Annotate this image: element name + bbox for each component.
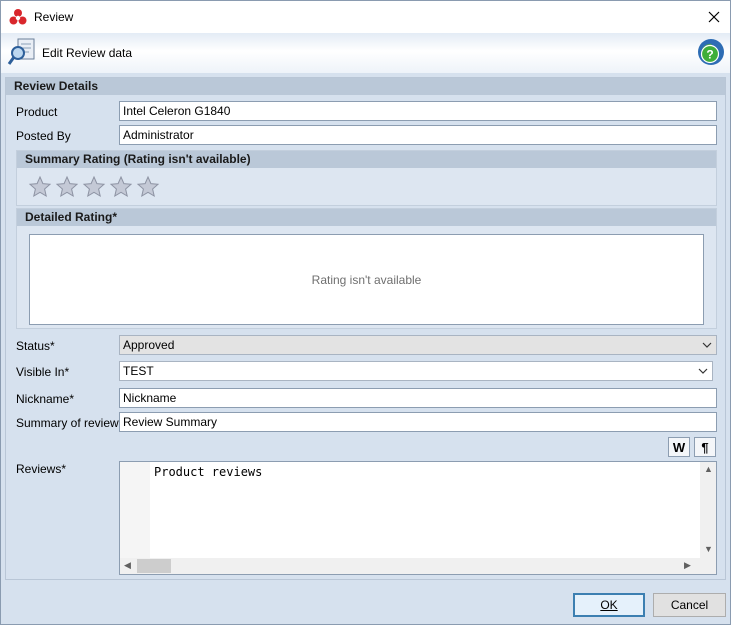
vertical-scrollbar[interactable]: ▲ ▼ xyxy=(700,462,716,558)
scroll-right-icon[interactable]: ▶ xyxy=(684,560,691,571)
summary-rating-header: Summary Rating (Rating isn't available) xyxy=(17,151,716,168)
star-rating[interactable] xyxy=(28,175,160,199)
close-icon xyxy=(708,11,720,23)
star-icon[interactable] xyxy=(55,175,79,199)
detailed-rating-header: Detailed Rating* xyxy=(17,209,716,226)
posted-by-field[interactable]: Administrator xyxy=(119,125,717,145)
summary-of-review-label: Summary of review* xyxy=(16,416,124,430)
status-label: Status* xyxy=(16,339,55,353)
reviews-text[interactable]: Product reviews xyxy=(154,465,262,479)
scroll-down-icon[interactable]: ▼ xyxy=(704,544,713,554)
horizontal-scrollbar[interactable]: ◀ ▶ xyxy=(120,558,716,574)
nickname-field[interactable]: Nickname xyxy=(119,388,717,408)
horizontal-scroll-thumb[interactable] xyxy=(137,559,171,573)
product-label: Product xyxy=(16,105,58,119)
status-select[interactable]: Approved xyxy=(119,335,717,355)
chevron-down-icon xyxy=(698,368,708,374)
pilcrow-icon: ¶ xyxy=(701,439,709,455)
star-icon[interactable] xyxy=(28,175,52,199)
rating-unavailable-message: Rating isn't available xyxy=(311,272,422,287)
product-field[interactable]: Intel Celeron G1840 xyxy=(119,101,717,121)
scroll-up-icon[interactable]: ▲ xyxy=(704,464,713,474)
edit-document-icon xyxy=(7,38,35,65)
review-details-header: Review Details xyxy=(6,78,725,95)
show-formatting-button[interactable]: ¶ xyxy=(694,437,716,457)
help-icon[interactable]: ? xyxy=(696,37,726,67)
detailed-rating-box: Rating isn't available xyxy=(29,234,704,325)
close-button[interactable] xyxy=(698,1,730,33)
ok-button-label: OK xyxy=(600,598,618,612)
review-dialog: Review Edit Review data ? Review Details… xyxy=(0,0,731,625)
app-logo-icon xyxy=(9,9,27,25)
status-value: Approved xyxy=(123,338,175,352)
nickname-label: Nickname* xyxy=(16,392,75,406)
scroll-left-icon[interactable]: ◀ xyxy=(124,560,131,571)
ok-button[interactable]: OK xyxy=(573,593,645,617)
word-wrap-icon: W xyxy=(672,439,686,455)
title-bar: Review xyxy=(1,1,730,33)
reviews-label: Reviews* xyxy=(16,462,67,476)
review-details-panel: Review Details Product Intel Celeron G18… xyxy=(5,77,726,580)
editor-gutter xyxy=(120,462,150,558)
word-wrap-button[interactable]: W xyxy=(668,437,690,457)
star-icon[interactable] xyxy=(136,175,160,199)
visible-in-select[interactable]: TEST xyxy=(119,361,713,381)
reviews-editor[interactable]: Product reviews ▲ ▼ ◀ ▶ xyxy=(119,461,717,575)
cancel-button-label: Cancel xyxy=(670,598,709,612)
visible-in-value: TEST xyxy=(123,364,154,378)
star-icon[interactable] xyxy=(109,175,133,199)
header-band: Edit Review data ? xyxy=(1,33,730,73)
svg-text:?: ? xyxy=(706,48,713,62)
summary-of-review-field[interactable]: Review Summary xyxy=(119,412,717,432)
edit-review-label: Edit Review data xyxy=(42,46,133,60)
window-title: Review xyxy=(34,10,74,24)
cancel-button[interactable]: Cancel xyxy=(653,593,726,617)
posted-by-label: Posted By xyxy=(16,129,71,143)
visible-in-label: Visible In* xyxy=(16,365,70,379)
chevron-down-icon xyxy=(702,342,712,348)
star-icon[interactable] xyxy=(82,175,106,199)
